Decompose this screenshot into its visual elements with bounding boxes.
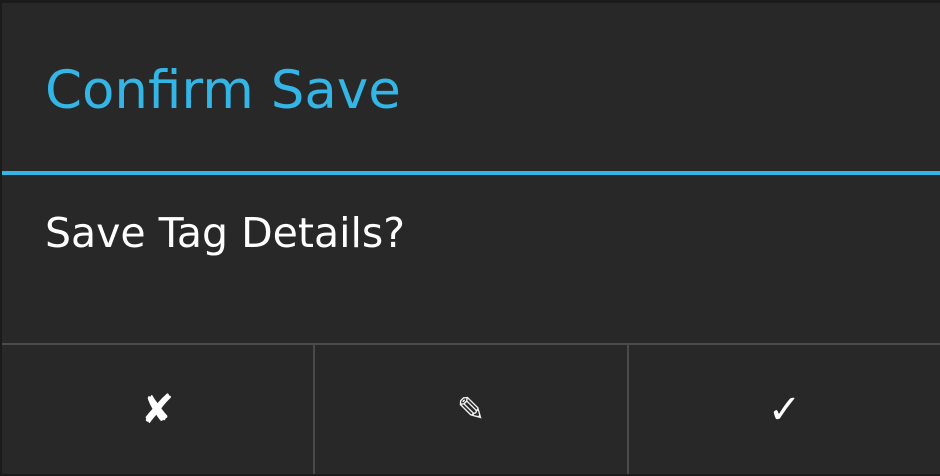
confirm-save-dialog: Confirm Save Save Tag Details? ✘ ✎ ✓ (2, 3, 940, 474)
dialog-message: Save Tag Details? (45, 209, 406, 257)
pencil-icon: ✎ (456, 389, 486, 430)
checkmark-icon: ✓ (767, 386, 802, 433)
cancel-button[interactable]: ✘ (2, 345, 315, 474)
cross-icon: ✘ (140, 386, 175, 433)
confirm-button[interactable]: ✓ (629, 345, 940, 474)
edit-button[interactable]: ✎ (315, 345, 629, 474)
dialog-title: Confirm Save (45, 60, 401, 121)
title-divider (2, 171, 940, 175)
dialog-button-bar: ✘ ✎ ✓ (2, 343, 940, 476)
dialog-header: Confirm Save (2, 3, 940, 171)
